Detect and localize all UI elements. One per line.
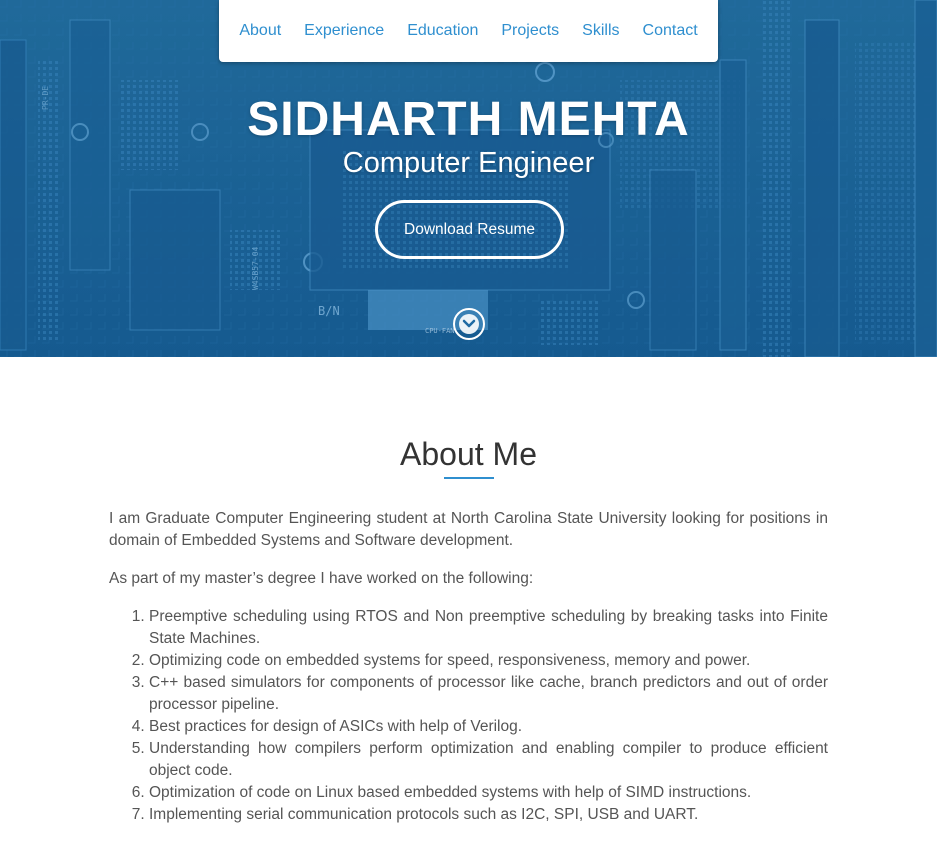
nav-link-projects[interactable]: Projects: [501, 22, 559, 40]
heading-underline: [444, 477, 494, 479]
about-heading: About Me: [400, 436, 537, 472]
nav-link-education[interactable]: Education: [407, 22, 478, 40]
top-navbar: About Experience Education Projects Skil…: [219, 0, 718, 62]
list-item: Optimization of code on Linux based embe…: [149, 782, 828, 804]
experience-list: Preemptive scheduling using RTOS and Non…: [109, 606, 828, 826]
nav-link-contact[interactable]: Contact: [643, 22, 698, 40]
nav-link-experience[interactable]: Experience: [304, 22, 384, 40]
list-item: C++ based simulators for components of p…: [149, 672, 828, 716]
download-resume-button[interactable]: Download Resume: [375, 200, 564, 259]
hero-name: SIDHARTH MEHTA: [247, 93, 690, 146]
nav-link-skills[interactable]: Skills: [582, 22, 619, 40]
list-item: Preemptive scheduling using RTOS and Non…: [149, 606, 828, 650]
about-content: I am Graduate Computer Engineering stude…: [109, 508, 828, 826]
list-item: Implementing serial communication protoc…: [149, 804, 828, 826]
about-intro: I am Graduate Computer Engineering stude…: [109, 510, 828, 549]
hero-title: Computer Engineer: [342, 147, 595, 179]
hero-section: B/N W4SB57-04 PR-DE CPU-FAN About Experi…: [0, 0, 937, 357]
list-item: Best practices for design of ASICs with …: [149, 716, 828, 738]
list-item: Optimizing code on embedded systems for …: [149, 650, 828, 672]
nav-link-about[interactable]: About: [239, 22, 281, 40]
list-item: Understanding how compilers perform opti…: [149, 738, 828, 782]
about-lead: As part of my master’s degree I have wor…: [109, 570, 534, 587]
chevron-down-circle-icon[interactable]: [452, 307, 486, 341]
